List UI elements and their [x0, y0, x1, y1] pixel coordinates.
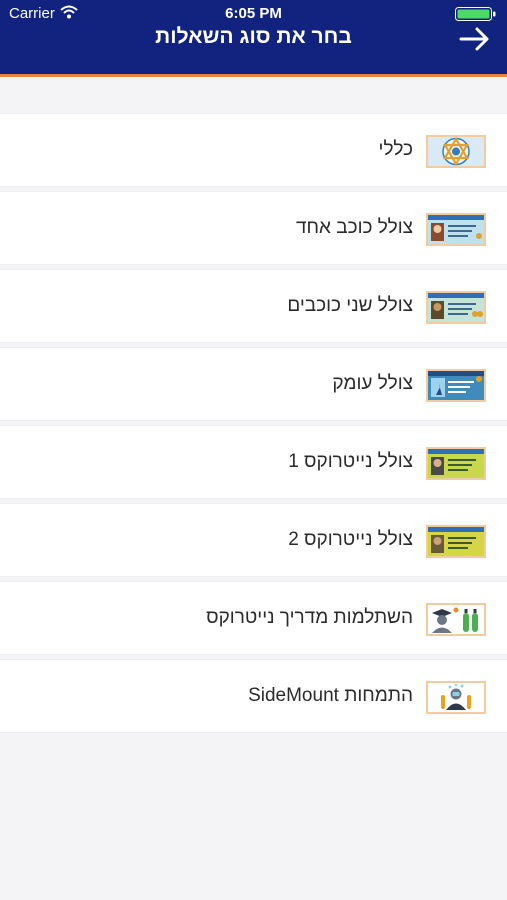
list-item-label: צולל כוכב אחד — [295, 217, 413, 238]
list-item-label: כללי — [378, 139, 413, 160]
list-item-nitrox-2[interactable]: צולל נייטרוקס 2 — [0, 503, 507, 577]
list-item-two-star[interactable]: צולל שני כוכבים — [0, 269, 507, 343]
nav-header: Carrier 6:05 PM בחר את סוג השאלות — [0, 0, 507, 74]
battery-icon — [455, 7, 497, 21]
sidemount-diver-icon — [426, 681, 486, 714]
star-of-david-logo-icon — [426, 135, 486, 168]
list-item-sidemount[interactable]: התמחות SideMount — [0, 659, 507, 733]
list-item-label: התמחות SideMount — [248, 685, 413, 706]
question-type-list: כללי צולל כוכב אחד צולל שני כוכבים צולל … — [0, 113, 507, 737]
list-item-one-star[interactable]: צולל כוכב אחד — [0, 191, 507, 265]
list-item-nitrox-instructor[interactable]: השתלמות מדריך נייטרוקס — [0, 581, 507, 655]
list-item-label: השתלמות מדריך נייטרוקס — [206, 607, 413, 628]
back-arrow-icon[interactable] — [459, 26, 491, 52]
page-title: בחר את סוג השאלות — [155, 25, 352, 48]
status-time: 6:05 PM — [225, 5, 282, 22]
list-item-label: צולל נייטרוקס 1 — [288, 451, 413, 472]
list-item-label: צולל נייטרוקס 2 — [288, 529, 413, 550]
nitrox-instructor-icon — [426, 603, 486, 636]
status-bar: Carrier 6:05 PM — [0, 0, 507, 28]
list-item-general[interactable]: כללי — [0, 113, 507, 187]
diver-card-deep-icon — [426, 369, 486, 402]
list-item-deep-diver[interactable]: צולל עומק — [0, 347, 507, 421]
list-item-nitrox-1[interactable]: צולל נייטרוקס 1 — [0, 425, 507, 499]
diver-card-nitrox2-icon — [426, 525, 486, 558]
list-item-label: צולל שני כוכבים — [287, 295, 413, 316]
diver-card-nitrox1-icon — [426, 447, 486, 480]
list-item-label: צולל עומק — [332, 373, 413, 394]
diver-card-two-star-icon — [426, 291, 486, 324]
header-accent-line — [0, 74, 507, 77]
diver-card-one-star-icon — [426, 213, 486, 246]
